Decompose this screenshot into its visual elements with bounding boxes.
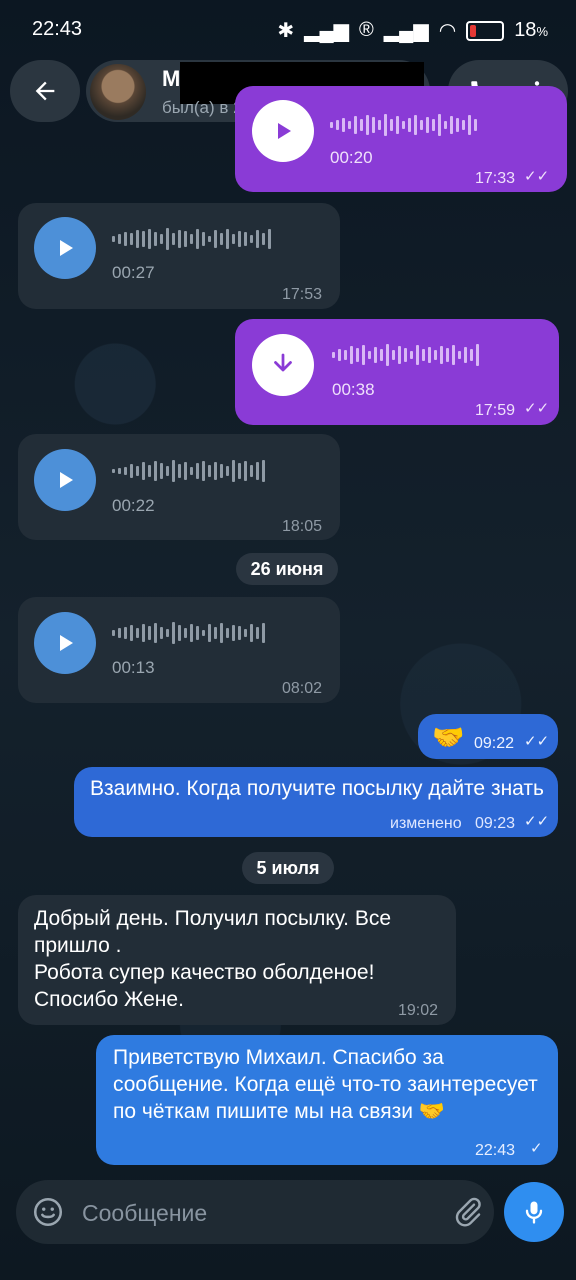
single-check-icon: ✓ [530, 1140, 543, 1157]
waveform[interactable] [112, 458, 265, 484]
download-icon [274, 353, 292, 372]
edited-label: изменено [390, 815, 462, 832]
emoji-button[interactable] [30, 1194, 66, 1230]
message-time: 17:53 [282, 286, 323, 303]
message-time: 17:33 [475, 170, 516, 187]
signal-icon: ▂▄▆ [304, 20, 350, 42]
double-check-icon: ✓✓ [524, 733, 550, 750]
voice-duration: 00:38 [332, 380, 375, 399]
voice-duration: 00:27 [112, 263, 155, 282]
play-icon [60, 635, 73, 651]
play-button[interactable] [34, 612, 96, 674]
voice-duration: 00:22 [112, 496, 155, 515]
bluetooth-icon: ✱ [277, 20, 295, 42]
date-separator: 5 июля [242, 852, 334, 884]
download-button[interactable] [252, 334, 314, 396]
message-time: 19:02 [398, 1002, 439, 1019]
double-check-icon: ✓✓ [524, 168, 550, 185]
message-time: 18:05 [282, 518, 323, 535]
message-input[interactable] [80, 1190, 444, 1236]
microphone-button[interactable] [504, 1182, 564, 1242]
message-text: Взаимно. Когда получите посылку дайте зн… [90, 777, 544, 800]
arrow-left-icon [35, 81, 55, 101]
voice-duration: 00:20 [330, 148, 373, 167]
voice-duration: 00:13 [112, 658, 155, 677]
waveform[interactable] [332, 342, 479, 368]
microphone-icon [525, 1201, 543, 1224]
status-icons: ✱ ▂▄▆ ® ▂▄▆ ◠ 18% [277, 18, 548, 43]
play-button[interactable] [34, 217, 96, 279]
back-button[interactable] [10, 60, 80, 122]
message-time: 09:22 [474, 735, 515, 752]
date-separator: 26 июня [236, 553, 338, 585]
wifi-icon: ◠ [438, 20, 457, 42]
smile-icon [33, 1197, 63, 1227]
play-icon [60, 472, 73, 488]
waveform[interactable] [112, 620, 265, 646]
handshake-emoji: 🤝 [432, 722, 465, 752]
message-time: 22:43 [475, 1142, 516, 1159]
status-bar: 22:43 ✱ ▂▄▆ ® ▂▄▆ ◠ 18% [0, 0, 576, 56]
status-time: 22:43 [32, 18, 83, 40]
battery-icon [466, 20, 505, 41]
double-check-icon: ✓✓ [524, 813, 550, 830]
waveform[interactable] [330, 112, 477, 138]
double-check-icon: ✓✓ [524, 400, 550, 417]
signal2-icon: ▂▄▆ [383, 20, 429, 42]
avatar[interactable] [90, 64, 146, 120]
attach-button[interactable] [450, 1194, 486, 1230]
battery-level: 18% [514, 19, 548, 41]
message-time: 09:23 [475, 815, 516, 832]
play-icon [60, 240, 73, 256]
message-text: Приветствую Михаил. Спасибо за сообщение… [113, 1046, 538, 1123]
registered-icon: ® [359, 19, 374, 41]
contact-name: М [162, 66, 181, 91]
message-time: 17:59 [475, 402, 516, 419]
message-time: 08:02 [282, 680, 323, 697]
play-button[interactable] [252, 100, 314, 162]
play-button[interactable] [34, 449, 96, 511]
message-text: Добрый день. Получил посылку. Все пришло… [34, 907, 392, 1011]
paperclip-icon [455, 1197, 481, 1227]
play-icon [278, 123, 291, 139]
waveform[interactable] [112, 226, 271, 252]
